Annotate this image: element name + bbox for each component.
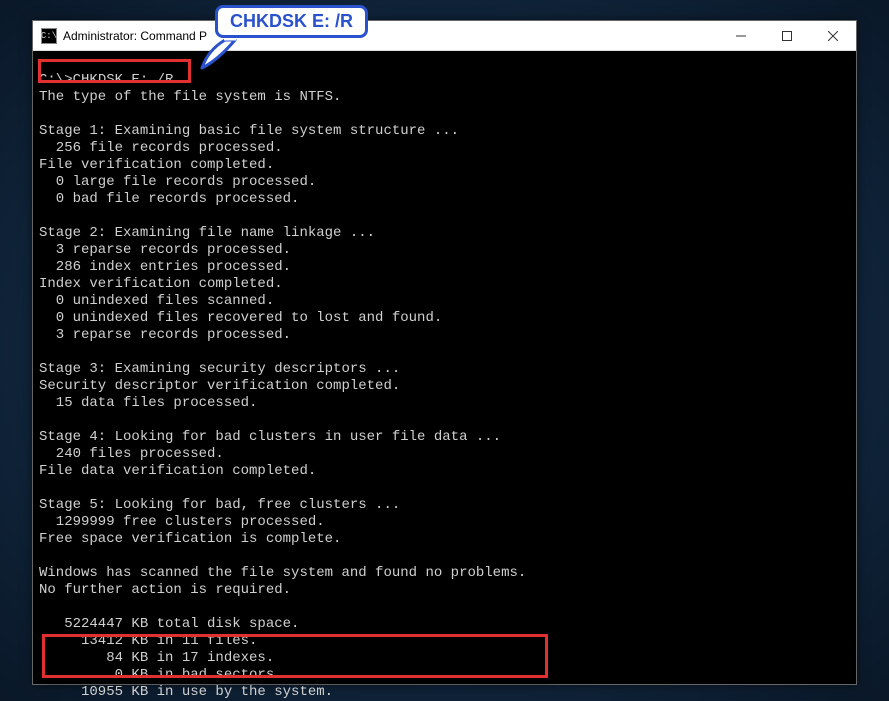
- prompt: C:\>: [39, 72, 73, 88]
- cmd-icon: C:\: [41, 28, 57, 44]
- stage1-records: 256 file records processed.: [39, 140, 283, 156]
- stage1-header: Stage 1: Examining basic file system str…: [39, 123, 459, 139]
- callout-bubble: CHKDSK E: /R: [215, 5, 368, 38]
- minimize-button[interactable]: [718, 21, 764, 51]
- command-prompt-window: C:\ Administrator: Command P C:\>CHKDSK …: [32, 20, 857, 685]
- close-icon: [828, 31, 838, 41]
- stage4-files: 240 files processed.: [39, 446, 224, 462]
- stage2-index: 286 index entries processed.: [39, 259, 291, 275]
- stage2-header: Stage 2: Examining file name linkage ...: [39, 225, 375, 241]
- stage4-header: Stage 4: Looking for bad clusters in use…: [39, 429, 501, 445]
- window-title: Administrator: Command P: [63, 29, 718, 43]
- stage2-unindexed: 0 unindexed files scanned.: [39, 293, 274, 309]
- stage2-recovered: 0 unindexed files recovered to lost and …: [39, 310, 442, 326]
- fs-type: The type of the file system is NTFS.: [39, 89, 341, 105]
- maximize-icon: [782, 31, 792, 41]
- result-line1: Windows has scanned the file system and …: [39, 565, 526, 581]
- maximize-button[interactable]: [764, 21, 810, 51]
- stage2-reparse: 3 reparse records processed.: [39, 242, 291, 258]
- stage3-data-files: 15 data files processed.: [39, 395, 257, 411]
- stage2-reparse2: 3 reparse records processed.: [39, 327, 291, 343]
- close-button[interactable]: [810, 21, 856, 51]
- callout-text: CHKDSK E: /R: [230, 11, 353, 31]
- result-line2: No further action is required.: [39, 582, 291, 598]
- summary-total: 5224447 KB total disk space.: [39, 616, 299, 632]
- minimize-icon: [736, 31, 746, 41]
- stage5-free-clusters: 1299999 free clusters processed.: [39, 514, 325, 530]
- titlebar[interactable]: C:\ Administrator: Command P: [33, 21, 856, 51]
- stage5-header: Stage 5: Looking for bad, free clusters …: [39, 497, 400, 513]
- stage5-free-space: Free space verification is complete.: [39, 531, 341, 547]
- stage4-file-data: File data verification completed.: [39, 463, 316, 479]
- summary-indexes: 84 KB in 17 indexes.: [39, 650, 274, 666]
- summary-files: 13412 KB in 11 files.: [39, 633, 257, 649]
- summary-bad: 0 KB in bad sectors.: [39, 667, 283, 683]
- stage1-large-files: 0 large file records processed.: [39, 174, 316, 190]
- terminal-output[interactable]: C:\>CHKDSK E: /R The type of the file sy…: [33, 51, 856, 684]
- command-text: CHKDSK E: /R: [73, 72, 174, 88]
- stage1-bad-files: 0 bad file records processed.: [39, 191, 299, 207]
- window-controls: [718, 21, 856, 50]
- stage3-header: Stage 3: Examining security descriptors …: [39, 361, 400, 377]
- stage3-sec-verif: Security descriptor verification complet…: [39, 378, 400, 394]
- stage2-index-verif: Index verification completed.: [39, 276, 283, 292]
- stage1-file-verif: File verification completed.: [39, 157, 274, 173]
